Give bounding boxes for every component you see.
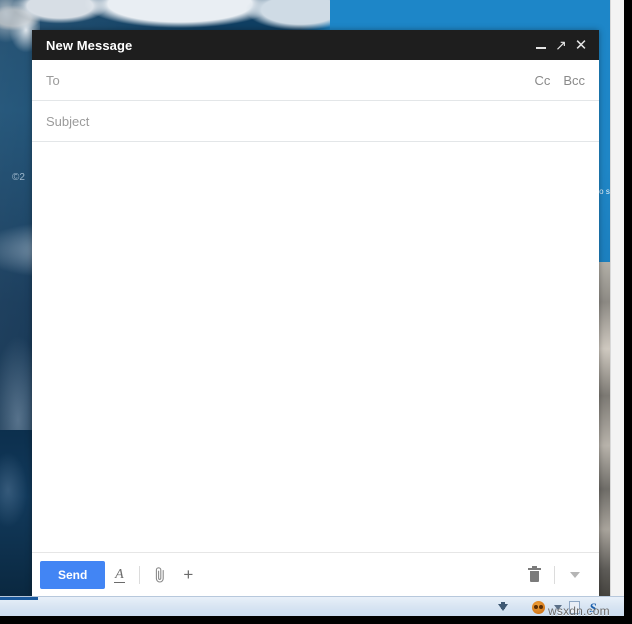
taskbar-active-indicator [0,597,38,600]
trash-icon [527,565,541,582]
compose-window: New Message ↗ ✕ To Cc Bcc Subject Send A… [32,30,599,596]
wallpaper-right-strip-text: o s [599,187,610,196]
wallpaper-glacier-top [0,0,330,34]
cc-button[interactable]: Cc [534,73,550,88]
image-watermark: wsxdn.com [548,604,610,618]
recipients-row[interactable]: To Cc Bcc [32,60,599,101]
wallpaper-terrain-left [0,430,34,596]
close-button[interactable]: ✕ [571,34,591,56]
page-scrollbar-track[interactable] [610,0,624,596]
monkey-icon[interactable] [530,599,546,615]
format-text-icon: A [114,566,125,583]
expand-button[interactable]: ↗ [551,34,571,56]
minimize-button[interactable] [531,34,551,56]
chevron-down-icon [570,571,580,578]
toolbar-divider-1 [139,565,141,584]
more-options-button[interactable] [561,561,589,589]
send-button[interactable]: Send [40,560,106,589]
minimize-icon [536,47,546,49]
screen-right-edge [624,0,632,624]
taskbar[interactable]: S [0,596,624,616]
to-field-placeholder[interactable]: To [46,73,534,88]
screen: ©2 o s New Message ↗ ✕ To Cc Bcc Subject… [0,0,632,624]
compose-window-title: New Message [46,37,133,53]
subject-row[interactable]: Subject [32,101,599,142]
bcc-button[interactable]: Bcc [563,73,585,88]
subject-field-placeholder[interactable]: Subject [46,114,585,129]
wallpaper-copyright: ©2 [12,172,25,183]
message-body-input[interactable] [32,142,599,552]
paperclip-icon [156,566,165,582]
plus-icon: + [183,565,194,584]
cc-bcc-group: Cc Bcc [534,73,585,88]
compose-toolbar: Send A + [32,552,599,596]
format-options-button[interactable]: A [105,561,133,589]
attach-file-button[interactable] [146,561,174,589]
insert-more-button[interactable]: + [174,561,202,589]
screen-bottom-edge [0,616,632,624]
toolbar-divider-2 [554,565,555,584]
compose-title-bar[interactable]: New Message ↗ ✕ [32,30,599,60]
download-icon[interactable] [494,599,512,615]
discard-draft-button[interactable] [520,561,548,589]
close-icon: ✕ [574,36,588,54]
expand-icon: ↗ [555,37,567,53]
